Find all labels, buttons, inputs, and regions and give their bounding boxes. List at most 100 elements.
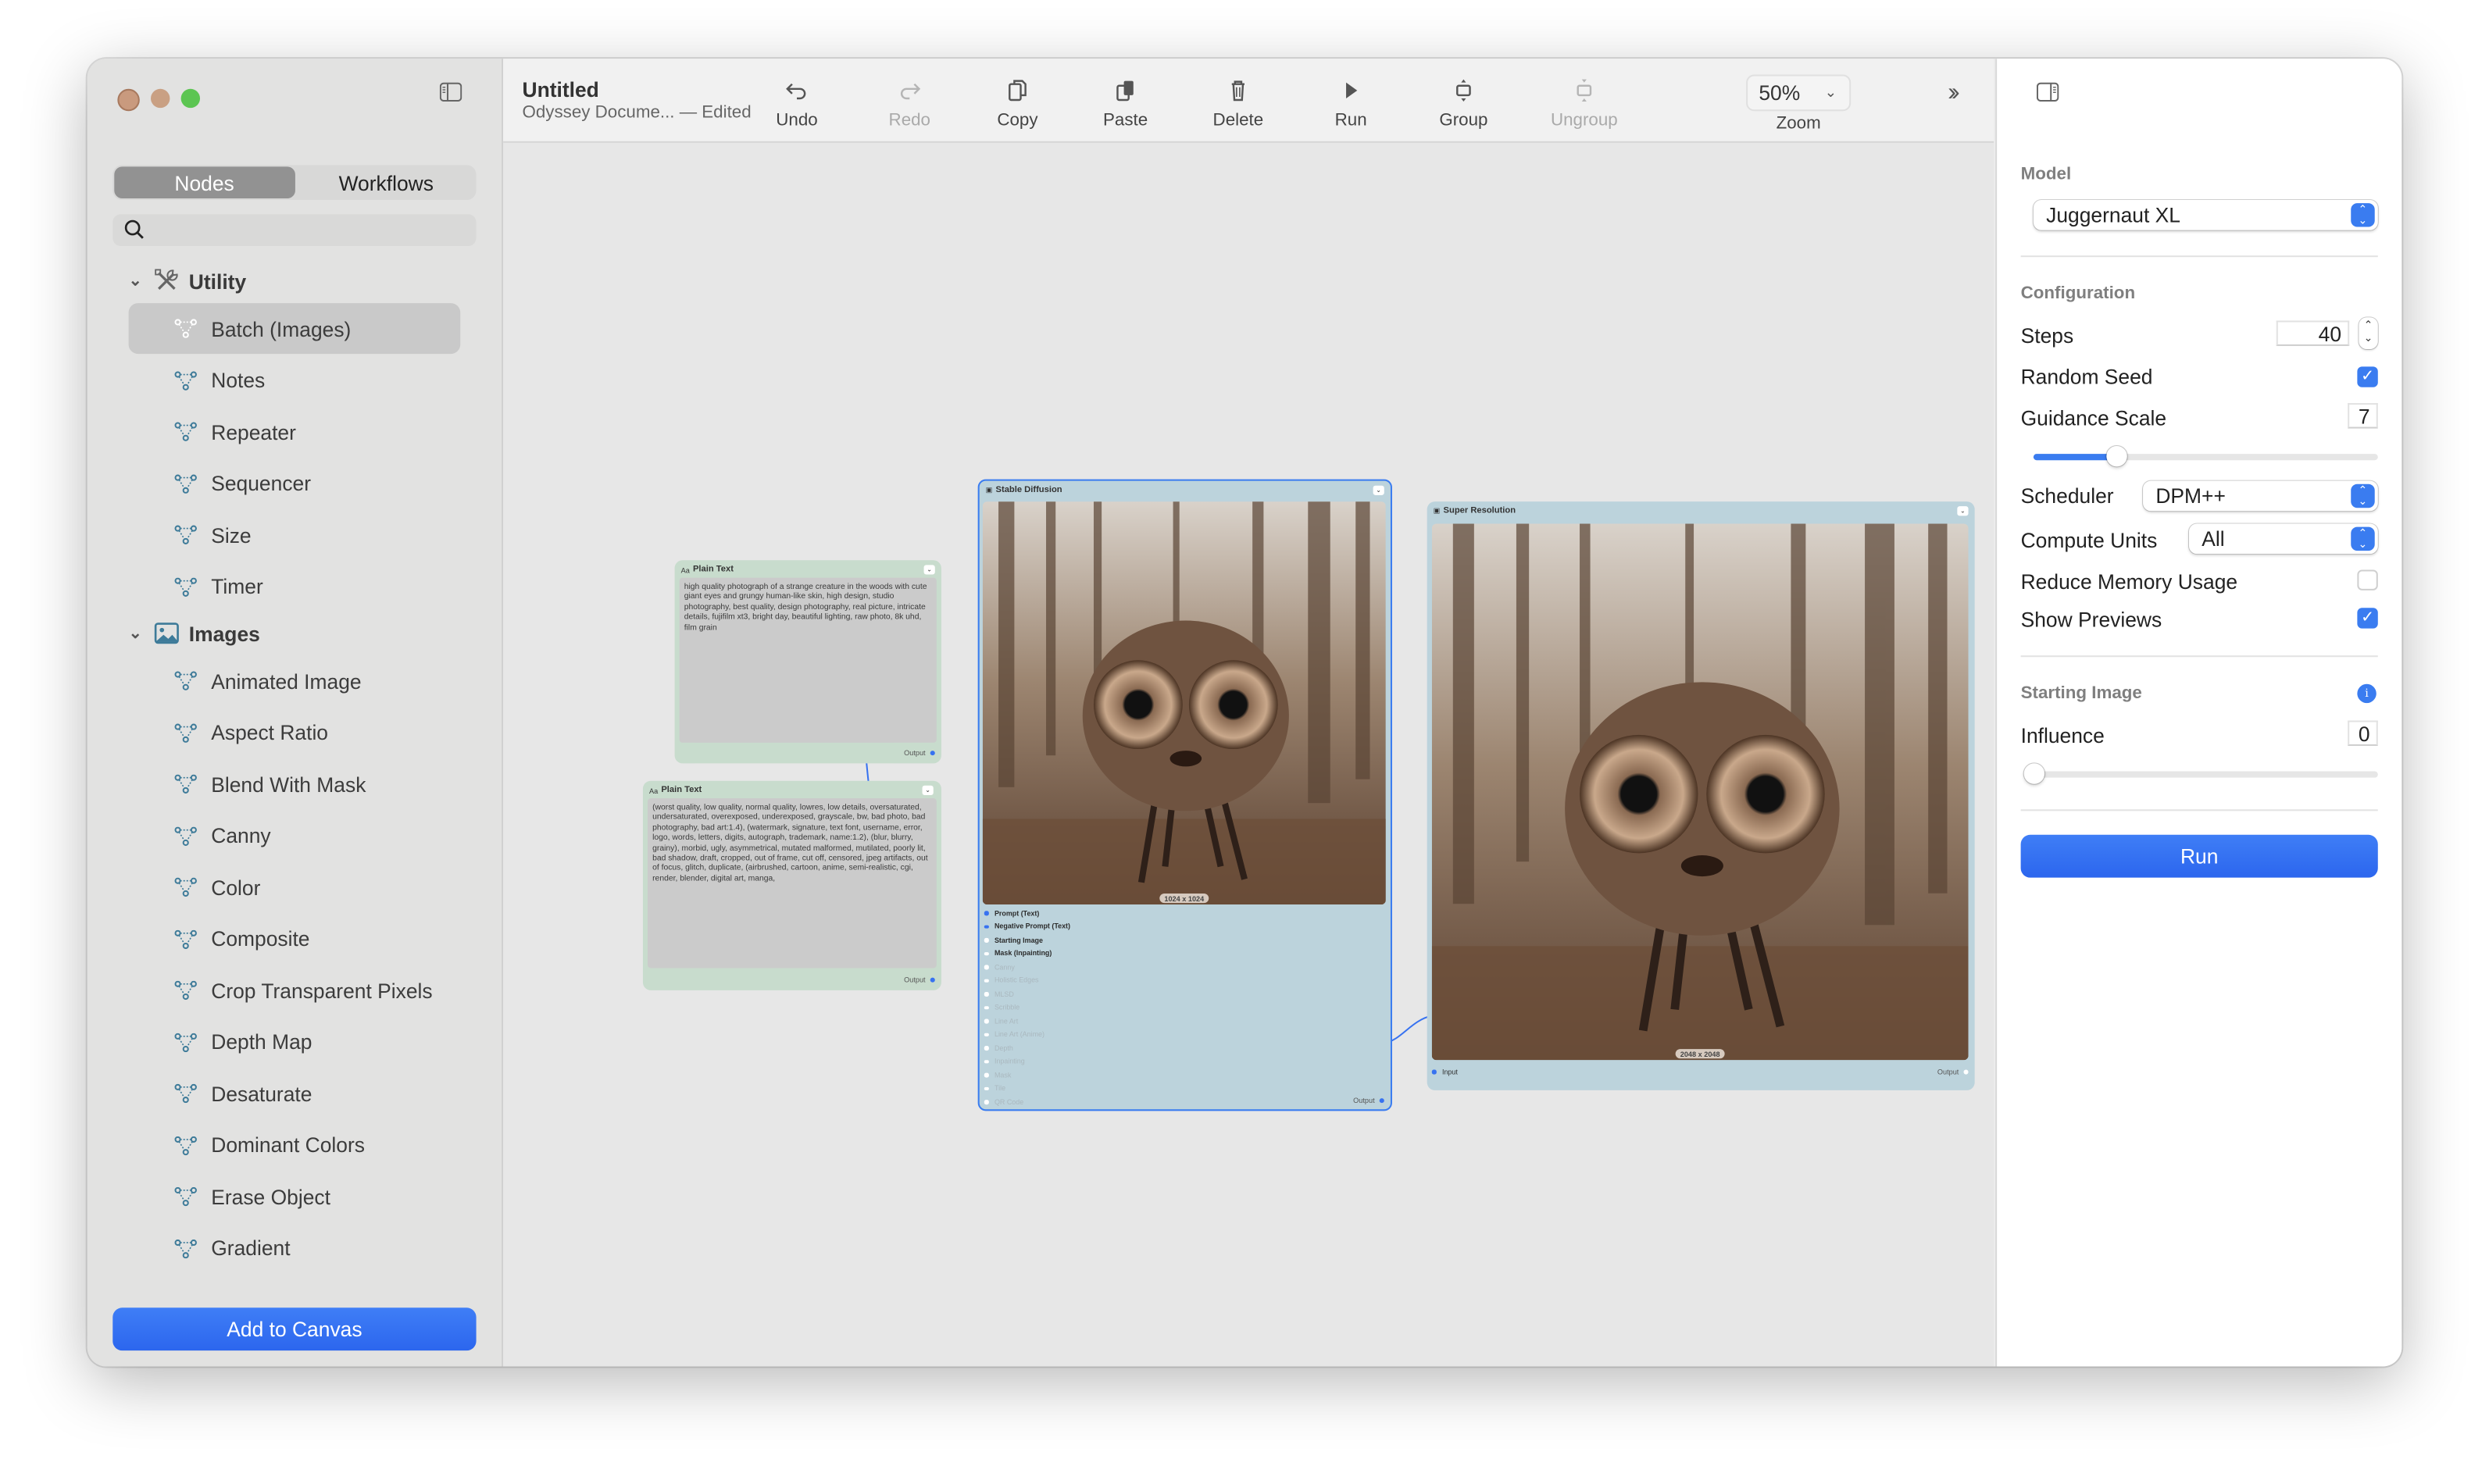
collapse-button[interactable]: ⌄ <box>1373 485 1384 495</box>
input-port[interactable]: MLSD <box>984 987 1070 1001</box>
input-dot[interactable] <box>984 1059 988 1064</box>
input-port[interactable]: Mask (Inpainting) <box>984 947 1070 960</box>
paste-button[interactable]: Paste <box>1078 78 1173 138</box>
zoom-select[interactable]: 50% ⌄ <box>1746 74 1852 112</box>
sidebar-item-blend-with-mask[interactable]: Blend With Mask <box>129 758 461 809</box>
input-dot[interactable] <box>984 951 988 956</box>
sidebar-item-size[interactable]: Size <box>129 509 461 560</box>
input-dot[interactable] <box>984 1005 988 1010</box>
window-close-button[interactable] <box>117 88 140 112</box>
input-dot[interactable] <box>1431 1069 1436 1074</box>
plain-text-node-negative[interactable]: Aa Plain Text ⌄ (worst quality, low quali… <box>642 780 941 990</box>
compute-units-select[interactable]: All ⌃ ⌄ <box>2188 523 2378 555</box>
output-dot[interactable] <box>930 751 935 756</box>
node-canvas[interactable]: Aa Plain Text ⌄ high quality photograph o… <box>503 142 1994 1367</box>
tab-nodes[interactable]: Nodes <box>114 166 295 198</box>
input-dot[interactable] <box>984 1046 988 1051</box>
sidebar-item-animated-image[interactable]: Animated Image <box>129 655 461 706</box>
scheduler-select[interactable]: DPM++ ⌃ ⌄ <box>2143 480 2378 512</box>
input-dot[interactable] <box>984 965 988 969</box>
input-port[interactable]: QR Code <box>984 1095 1070 1108</box>
input-port[interactable]: Input <box>1431 1065 1458 1078</box>
collapse-button[interactable]: ⌄ <box>922 785 934 795</box>
input-dot[interactable] <box>984 937 988 942</box>
copy-button[interactable]: Copy <box>970 78 1065 138</box>
collapse-button[interactable]: ⌄ <box>1957 506 1969 516</box>
sidebar-item-composite[interactable]: Composite <box>129 913 461 964</box>
document-title[interactable]: Untitled <box>522 78 598 102</box>
input-dot[interactable] <box>984 911 988 915</box>
input-port[interactable]: Canny <box>984 960 1070 973</box>
steps-stepper[interactable]: ⌃ ⌄ <box>2359 317 2377 349</box>
input-port[interactable]: Starting Image <box>984 933 1070 947</box>
steps-field[interactable]: 40 <box>2276 320 2350 346</box>
output-port[interactable]: Output <box>1937 1065 1969 1078</box>
reduce-memory-checkbox[interactable] <box>2357 569 2378 590</box>
add-to-canvas-button[interactable]: Add to Canvas <box>112 1307 477 1351</box>
sidebar-item-notes[interactable]: Notes <box>129 355 461 405</box>
redo-button[interactable]: Redo <box>862 78 957 138</box>
input-dot[interactable] <box>984 978 988 983</box>
sidebar-item-color[interactable]: Color <box>129 862 461 912</box>
plain-text-node-prompt[interactable]: Aa Plain Text ⌄ high quality photograph o… <box>674 560 941 764</box>
super-resolution-node[interactable]: ▣ Super Resolution ⌄ 2048 x 2048 Input O… <box>1427 501 1975 1090</box>
sidebar-item-dominant-colors[interactable]: Dominant Colors <box>129 1120 461 1171</box>
output-dot[interactable] <box>930 977 935 983</box>
sidebar-item-gradient[interactable]: Gradient <box>129 1223 461 1274</box>
prompt-textarea[interactable]: high quality photograph of a strange cre… <box>679 577 937 743</box>
tab-workflows[interactable]: Workflows <box>296 165 477 200</box>
collapse-button[interactable]: ⌄ <box>923 565 935 575</box>
sidebar-item-canny[interactable]: Canny <box>129 810 461 861</box>
influence-slider[interactable] <box>2023 763 2378 784</box>
ungroup-button[interactable]: Ungroup <box>1537 78 1632 138</box>
run-button[interactable]: Run <box>2020 834 2378 878</box>
output-port[interactable]: Output <box>1353 1097 1384 1104</box>
input-port[interactable]: Depth <box>984 1041 1070 1054</box>
sidebar-item-sequencer[interactable]: Sequencer <box>129 458 461 508</box>
input-dot[interactable] <box>984 1032 988 1036</box>
sidebar-item-crop-transparent-pixels[interactable]: Crop Transparent Pixels <box>129 965 461 1015</box>
output-port[interactable]: Output <box>904 976 935 984</box>
random-seed-checkbox[interactable]: ✓ <box>2357 366 2378 387</box>
guidance-scale-slider[interactable] <box>2033 445 2378 467</box>
input-port[interactable]: Negative Prompt (Text) <box>984 919 1070 933</box>
output-port[interactable]: Output <box>904 749 935 757</box>
input-port[interactable]: Tile <box>984 1082 1070 1095</box>
sidebar-left-icon[interactable] <box>439 82 462 102</box>
slider-knob[interactable] <box>2023 763 2045 784</box>
input-port[interactable]: Mask <box>984 1068 1070 1081</box>
input-dot[interactable] <box>984 1072 988 1077</box>
input-dot[interactable] <box>984 1018 988 1023</box>
undo-button[interactable]: Undo <box>749 78 845 138</box>
negative-prompt-textarea[interactable]: (worst quality, low quality, normal qual… <box>648 798 937 969</box>
input-port[interactable]: Inpainting <box>984 1054 1070 1068</box>
sidebar-group-images[interactable]: ⌄ Images <box>129 617 260 649</box>
sidebar-item-aspect-ratio[interactable]: Aspect Ratio <box>129 707 461 758</box>
sidebar-right-icon[interactable] <box>2036 82 2059 102</box>
guidance-scale-field[interactable]: 7 <box>2348 403 2378 429</box>
sidebar-item-repeater[interactable]: Repeater <box>129 406 461 457</box>
input-dot[interactable] <box>984 1086 988 1090</box>
input-port[interactable]: Line Art <box>984 1014 1070 1027</box>
chevron-down-icon[interactable]: ⌄ <box>129 272 148 289</box>
show-previews-checkbox[interactable]: ✓ <box>2357 608 2378 629</box>
run-button[interactable]: Run <box>1303 78 1398 138</box>
sidebar-group-utility[interactable]: ⌄ Utility <box>129 265 247 297</box>
search-input[interactable] <box>154 214 470 250</box>
influence-field[interactable]: 0 <box>2348 720 2378 746</box>
window-minimize-button[interactable] <box>151 88 170 109</box>
group-button[interactable]: Group <box>1416 78 1511 138</box>
chevron-down-icon[interactable]: ⌄ <box>129 625 148 642</box>
sidebar-item-desaturate[interactable]: Desaturate <box>129 1068 461 1118</box>
sidebar-item-erase-object[interactable]: Erase Object <box>129 1172 461 1222</box>
input-port[interactable]: Holistic Edges <box>984 974 1070 987</box>
model-select[interactable]: Juggernaut XL ⌃ ⌄ <box>2033 200 2378 230</box>
sidebar-item-timer[interactable]: Timer <box>129 561 461 612</box>
chevron-double-right-icon[interactable]: ›› <box>1948 80 1959 109</box>
delete-button[interactable]: Delete <box>1191 78 1286 138</box>
input-dot[interactable] <box>984 1100 988 1104</box>
sidebar-item-batch-images[interactable]: Batch (Images) <box>128 303 461 355</box>
input-port[interactable]: Scribble <box>984 1001 1070 1014</box>
input-dot[interactable] <box>984 924 988 929</box>
slider-knob[interactable] <box>2106 445 2127 467</box>
